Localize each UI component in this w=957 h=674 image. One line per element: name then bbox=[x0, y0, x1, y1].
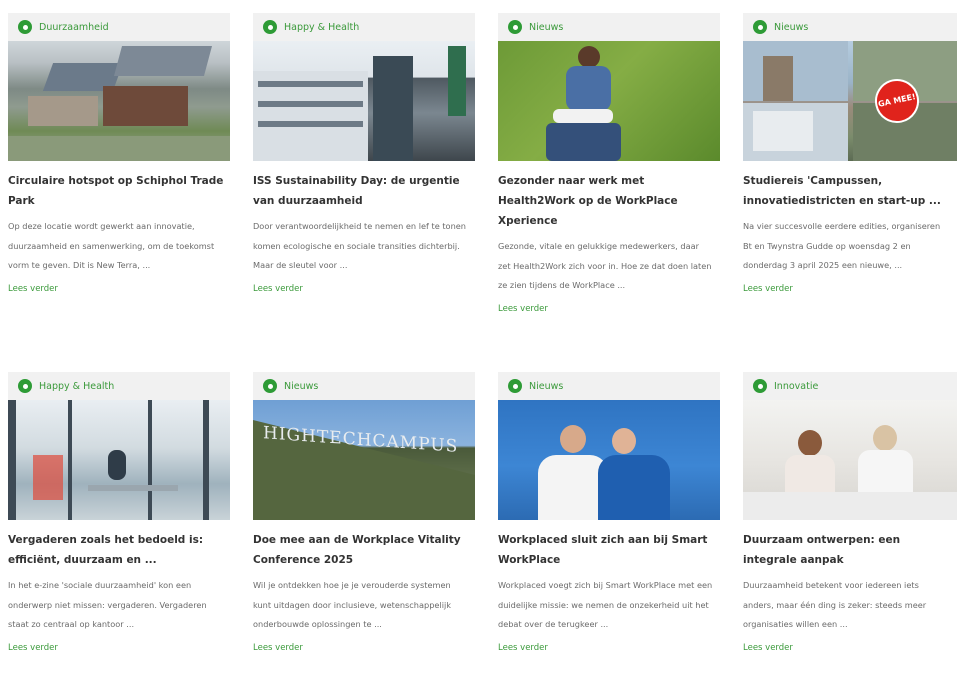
article-title[interactable]: Duurzaam ontwerpen: een integrale aanpak bbox=[743, 530, 957, 570]
category-icon bbox=[753, 379, 767, 393]
category-header[interactable]: Nieuws bbox=[743, 13, 957, 41]
article-title[interactable]: Gezonder naar werk met Health2Work op de… bbox=[498, 171, 720, 231]
article-title[interactable]: Workplaced sluit zich aan bij Smart Work… bbox=[498, 530, 720, 570]
category-header[interactable]: Duurzaamheid bbox=[8, 13, 230, 41]
article-title[interactable]: ISS Sustainability Day: de urgentie van … bbox=[253, 171, 475, 211]
article-excerpt: Door verantwoordelijkheid te nemen en le… bbox=[253, 221, 466, 270]
read-more-link[interactable]: Lees verder bbox=[8, 639, 230, 657]
article-grid: Duurzaamheid Circulaire hotspot op Schip… bbox=[0, 0, 957, 674]
article-excerpt: Na vier succesvolle eerdere edities, org… bbox=[743, 221, 941, 270]
article-card[interactable]: Happy & Health ISS Sustainability Day: d… bbox=[253, 13, 475, 298]
article-excerpt: Duurzaamheid betekent voor iedereen iets… bbox=[743, 580, 927, 629]
read-more-link[interactable]: Lees verder bbox=[743, 639, 957, 657]
article-title[interactable]: Doe mee aan de Workplace Vitality Confer… bbox=[253, 530, 475, 570]
article-title[interactable]: Studiereis 'Campussen, innovatiedistrict… bbox=[743, 171, 957, 211]
category-label[interactable]: Happy & Health bbox=[39, 381, 114, 392]
read-more-link[interactable]: Lees verder bbox=[498, 639, 720, 657]
article-image[interactable]: HIGHTECHCAMPUS bbox=[253, 400, 475, 520]
category-icon bbox=[18, 379, 32, 393]
category-label[interactable]: Nieuws bbox=[529, 381, 563, 392]
article-card[interactable]: Innovatie Duurzaam ontwerpen: een integr… bbox=[743, 372, 957, 657]
article-excerpt: Op deze locatie wordt gewerkt aan innova… bbox=[8, 221, 215, 270]
article-image[interactable] bbox=[8, 400, 230, 520]
category-label[interactable]: Nieuws bbox=[529, 22, 563, 33]
article-card[interactable]: Happy & Health Vergaderen zoals het bedo… bbox=[8, 372, 230, 657]
read-more-link[interactable]: Lees verder bbox=[8, 280, 230, 298]
category-header[interactable]: Nieuws bbox=[253, 372, 475, 400]
article-title[interactable]: Circulaire hotspot op Schiphol Trade Par… bbox=[8, 171, 230, 211]
category-icon bbox=[508, 20, 522, 34]
category-header[interactable]: Happy & Health bbox=[8, 372, 230, 400]
category-label[interactable]: Nieuws bbox=[284, 381, 318, 392]
category-icon bbox=[263, 20, 277, 34]
read-more-link[interactable]: Lees verder bbox=[253, 639, 475, 657]
read-more-link[interactable]: Lees verder bbox=[253, 280, 475, 298]
article-image[interactable] bbox=[743, 400, 957, 520]
category-icon bbox=[753, 20, 767, 34]
read-more-link[interactable]: Lees verder bbox=[743, 280, 957, 298]
category-icon bbox=[263, 379, 277, 393]
category-header[interactable]: Nieuws bbox=[498, 13, 720, 41]
article-image[interactable] bbox=[8, 41, 230, 161]
article-image[interactable] bbox=[253, 41, 475, 161]
article-title[interactable]: Vergaderen zoals het bedoeld is: efficië… bbox=[8, 530, 230, 570]
category-icon bbox=[508, 379, 522, 393]
category-label[interactable]: Nieuws bbox=[774, 22, 808, 33]
article-image[interactable] bbox=[498, 41, 720, 161]
read-more-link[interactable]: Lees verder bbox=[498, 300, 720, 318]
article-image[interactable] bbox=[498, 400, 720, 520]
article-excerpt: Workplaced voegt zich bij Smart WorkPlac… bbox=[498, 580, 713, 629]
article-card[interactable]: Duurzaamheid Circulaire hotspot op Schip… bbox=[8, 13, 230, 298]
category-label[interactable]: Happy & Health bbox=[284, 22, 359, 33]
article-excerpt: In het e-zine 'sociale duurzaamheid' kon… bbox=[8, 580, 207, 629]
category-header[interactable]: Nieuws bbox=[498, 372, 720, 400]
article-excerpt: Gezonde, vitale en gelukkige medewerkers… bbox=[498, 241, 712, 290]
category-label[interactable]: Duurzaamheid bbox=[39, 22, 109, 33]
article-excerpt: Wil je ontdekken hoe je je verouderde sy… bbox=[253, 580, 452, 629]
article-card[interactable]: Nieuws GA MEE! Studiereis 'Campussen, in… bbox=[743, 13, 957, 298]
article-card[interactable]: Nieuws HIGHTECHCAMPUS Doe mee aan de Wor… bbox=[253, 372, 475, 657]
category-label[interactable]: Innovatie bbox=[774, 381, 818, 392]
article-card[interactable]: Nieuws Workplaced sluit zich aan bij Sma… bbox=[498, 372, 720, 657]
article-image[interactable]: GA MEE! bbox=[743, 41, 957, 161]
category-icon bbox=[18, 20, 32, 34]
category-header[interactable]: Happy & Health bbox=[253, 13, 475, 41]
category-header[interactable]: Innovatie bbox=[743, 372, 957, 400]
article-card[interactable]: Nieuws Gezonder naar werk met Health2Wor… bbox=[498, 13, 720, 318]
